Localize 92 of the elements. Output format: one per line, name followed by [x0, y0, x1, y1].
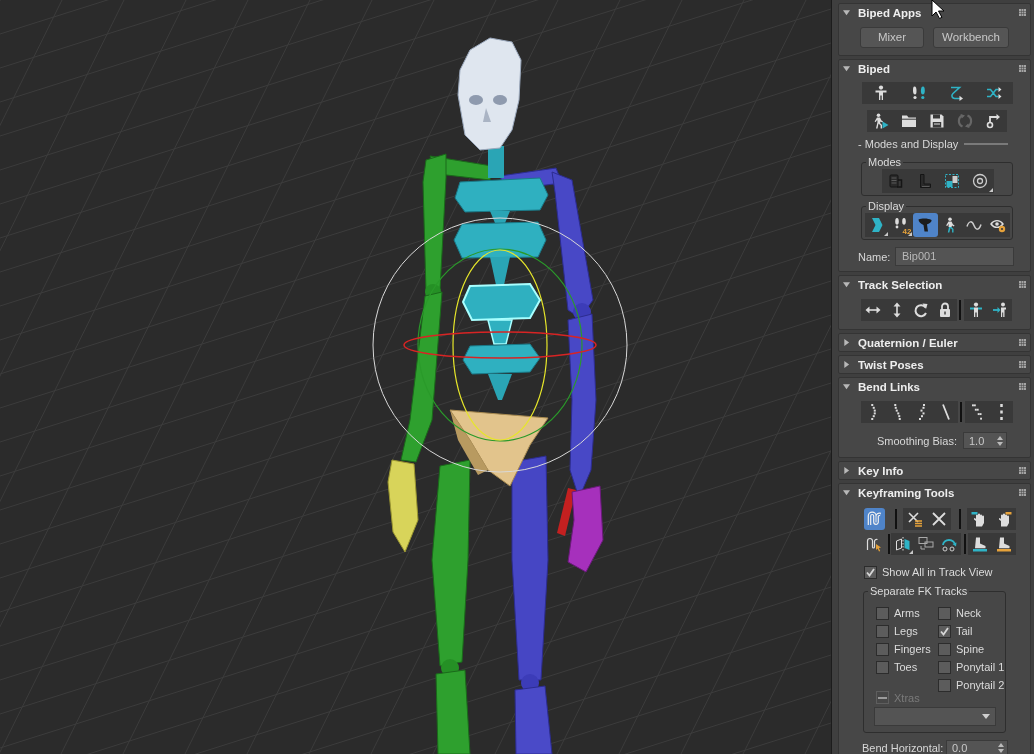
save-icon — [929, 113, 945, 129]
grip-icon[interactable] — [1019, 383, 1026, 390]
grip-icon[interactable] — [1019, 9, 1026, 16]
checkbox[interactable] — [938, 606, 951, 620]
funnel-icon — [917, 217, 934, 233]
checkbox-label: Tail — [956, 625, 973, 637]
rollout-header[interactable]: Biped Apps — [839, 4, 922, 21]
curve-arrow-icon — [948, 85, 965, 101]
spinner-field[interactable]: 0.0 — [946, 739, 1008, 754]
refresh-icon — [957, 113, 973, 129]
dotted-bracket-icon — [870, 404, 876, 420]
walking-figure-play-icon — [873, 113, 889, 129]
checkbox[interactable] — [864, 565, 877, 579]
rotate-arrow-icon — [913, 302, 929, 318]
wave-cursor-icon — [865, 536, 882, 552]
double-wave-icon — [866, 511, 883, 527]
rotate-gizmo-drawing[interactable] — [372, 217, 628, 473]
checkbox-label: Spine — [956, 643, 985, 655]
foot-bar-icon — [972, 536, 988, 552]
footsteps-icon — [910, 85, 927, 101]
checkbox[interactable] — [876, 624, 889, 638]
checkbox-label: Fingers — [894, 643, 931, 655]
eye-gear-icon — [989, 217, 1006, 233]
checkbox[interactable] — [938, 624, 951, 638]
arc-arrow-icon — [941, 536, 958, 552]
stacked-windows-icon — [918, 536, 934, 552]
group-label: Modes — [866, 156, 904, 169]
checkbox[interactable] — [876, 606, 889, 620]
checkbox-label: Legs — [894, 625, 918, 637]
group-label: Separate FK Tracks — [868, 585, 970, 598]
tool-button[interactable] — [913, 213, 938, 237]
checkbox[interactable] — [938, 678, 951, 692]
caret-icon — [982, 714, 990, 719]
rollout-header[interactable]: Keyframing Tools — [839, 484, 955, 501]
checkbox[interactable] — [938, 660, 951, 674]
smoothing-bias-label: Smoothing Bias: — [876, 434, 957, 447]
checkbox-label: Ponytail 2 — [956, 679, 1005, 691]
document-stack-icon — [888, 173, 904, 189]
rollout-header[interactable]: Twist Poses — [839, 356, 924, 373]
figure-arms-icon — [968, 302, 984, 318]
dotted-arc-icon — [918, 404, 925, 420]
section-toggle[interactable]: - Modes and Display — [858, 138, 959, 150]
shuffle-icon — [986, 85, 1003, 101]
checkmark-icon — [940, 626, 949, 636]
checkbox-label: Neck — [956, 607, 982, 619]
tool-button[interactable]: 42 — [889, 213, 914, 237]
cross-icon — [931, 511, 947, 527]
dropdown-field[interactable] — [874, 707, 996, 726]
mirror-icon — [894, 536, 911, 552]
tool-button[interactable] — [864, 508, 885, 530]
rollout-header[interactable]: Bend Links — [839, 378, 920, 395]
app-button[interactable]: Mixer — [860, 27, 924, 48]
spinner-arrows-icon[interactable] — [998, 743, 1004, 753]
checkbox-label: Arms — [894, 607, 920, 619]
grip-icon[interactable] — [1019, 281, 1026, 288]
grip-icon[interactable] — [1019, 361, 1026, 368]
checkbox-label: Toes — [894, 661, 918, 673]
grip-icon[interactable] — [1019, 489, 1026, 496]
spinner-field[interactable]: 1.0 — [963, 432, 1007, 449]
lock-icon — [937, 302, 953, 318]
folder-icon — [901, 113, 917, 129]
app-button[interactable]: Workbench — [933, 27, 1009, 48]
checkbox[interactable] — [876, 660, 889, 674]
diagonal-line-icon — [941, 404, 950, 420]
group-label: Display — [866, 200, 907, 213]
rollout-header[interactable]: Track Selection — [839, 276, 943, 293]
checkbox[interactable] — [876, 642, 889, 656]
dashed-select-icon — [944, 173, 960, 189]
grip-icon[interactable] — [1019, 65, 1026, 72]
rollout-header[interactable]: Quaternion / Euler — [839, 334, 958, 351]
checkmark-icon — [866, 567, 875, 577]
figure-arrow-icon — [992, 302, 1008, 318]
checkbox[interactable] — [938, 642, 951, 656]
grip-icon[interactable] — [1019, 467, 1026, 474]
grip-icon[interactable] — [1019, 339, 1026, 346]
name-label: Name: — [858, 250, 892, 263]
dotted-steps-icon — [972, 404, 982, 420]
checkbox-label: Ponytail 1 — [956, 661, 1005, 673]
foot-bar-icon — [996, 536, 1012, 552]
name-field[interactable]: Bip001 — [895, 247, 1014, 266]
rollout-header[interactable]: Key Info — [839, 462, 904, 479]
bend-horizontal-label: Bend Horizontal: — [862, 741, 945, 754]
target-icon — [972, 173, 988, 189]
cross-lines-icon — [907, 511, 923, 527]
dash-icon — [878, 696, 887, 699]
checkbox-label: Show All in Track View — [882, 566, 993, 578]
spinner-arrows-icon[interactable] — [997, 435, 1003, 446]
dotted-vertical-icon — [999, 404, 1003, 420]
rollout-header[interactable]: Biped — [839, 60, 890, 77]
dotted-backslash-icon — [893, 404, 901, 420]
cursor-icon — [931, 0, 944, 19]
ring-arrow-icon — [985, 113, 1001, 129]
